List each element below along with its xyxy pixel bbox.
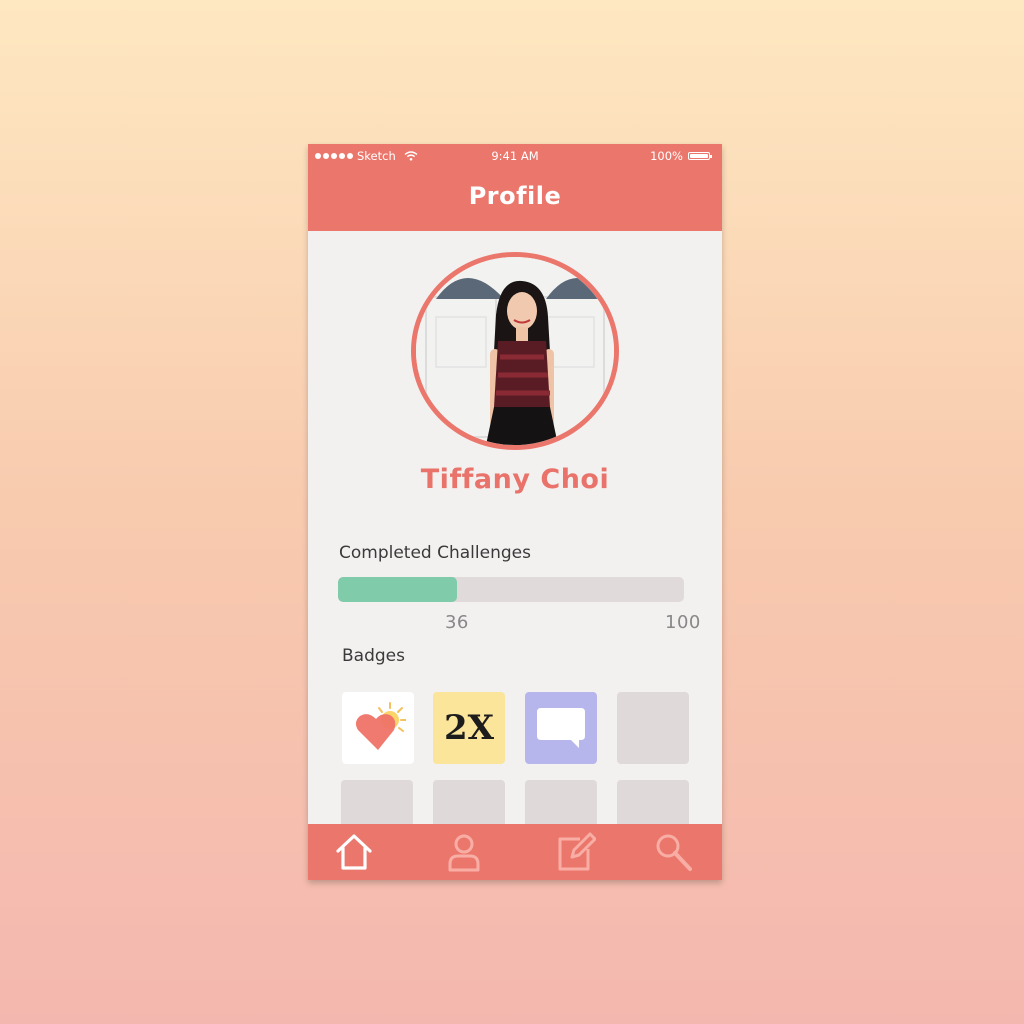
challenges-progress-bar — [338, 577, 684, 602]
profile-icon — [448, 834, 480, 872]
badge-chat[interactable] — [525, 692, 597, 764]
user-name: Tiffany Choi — [420, 464, 610, 495]
battery-percent: 100% — [650, 149, 683, 163]
battery-icon — [688, 152, 712, 160]
tab-edit[interactable] — [553, 830, 597, 874]
progress-total-value: 100 — [665, 612, 701, 633]
badge-2x[interactable]: 2X — [433, 692, 505, 764]
challenges-progress-fill — [338, 577, 457, 602]
tab-home[interactable] — [332, 830, 376, 874]
avatar[interactable] — [411, 252, 619, 450]
badges-label: Badges — [342, 646, 405, 666]
tab-bar — [308, 824, 722, 880]
avatar-photo — [416, 257, 614, 445]
2x-icon: 2X — [443, 708, 495, 748]
status-bar: Sketch 9:41 AM 100% — [308, 144, 722, 166]
heart-sun-icon — [355, 702, 406, 750]
speech-bubble-icon — [537, 708, 585, 748]
edit-icon — [558, 832, 596, 871]
search-icon — [656, 834, 692, 871]
tab-search[interactable] — [652, 830, 696, 874]
badge-heart[interactable] — [342, 692, 414, 764]
phone-screen: Sketch 9:41 AM 100% Profile Tiffany Choi… — [308, 144, 722, 880]
page-title: Profile — [468, 182, 562, 210]
home-icon — [336, 834, 372, 870]
status-right: 100% — [650, 149, 712, 163]
header: Sketch 9:41 AM 100% Profile — [308, 144, 722, 231]
progress-current-value: 36 — [444, 612, 469, 633]
challenges-label: Completed Challenges — [339, 543, 531, 563]
tab-profile[interactable] — [442, 830, 486, 874]
badge-empty[interactable] — [617, 692, 689, 764]
